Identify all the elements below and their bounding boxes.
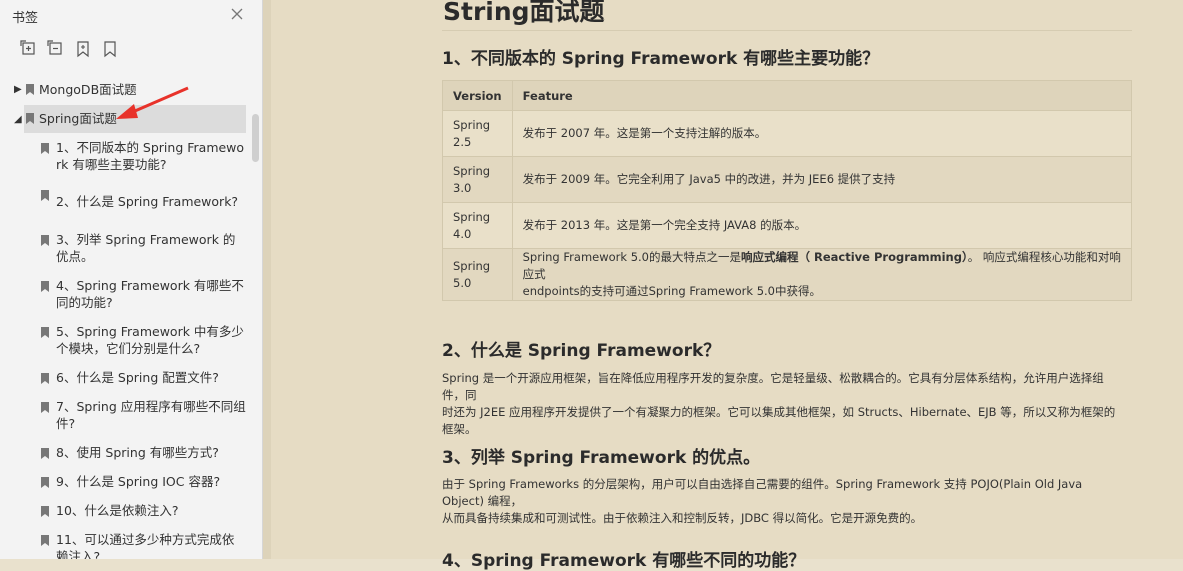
bookmark-label-line1: 7、Spring 应用程序有哪些不同组 [56, 399, 246, 414]
bookmark-icon [41, 402, 49, 413]
page-edge [263, 0, 271, 559]
bookmark-icon [41, 143, 49, 154]
table-header-feature: Feature [511, 80, 1133, 111]
table-row: Spring 5.0 Spring Framework 5.0的最大特点之一是响应… [442, 248, 1133, 301]
bookmark-icon [41, 281, 49, 292]
version-cell: Spring 4.0 [442, 202, 513, 249]
sidebar-scrollbar[interactable] [252, 114, 259, 162]
expand-all-icon[interactable] [20, 40, 38, 58]
add-bookmark-icon[interactable] [74, 40, 92, 58]
version-cell: Spring 2.5 [442, 110, 513, 157]
document-view: String面试题 1、不同版本的 Spring Framework 有哪些主要… [263, 0, 1183, 571]
bookmark-icon [41, 373, 49, 384]
bookmark-label-line1: 9、什么是 Spring IOC 容器? [56, 474, 221, 489]
bookmark-icon [26, 84, 34, 95]
feature-cell: 发布于 2009 年。它完全利用了 Java5 中的改进，并为 JEE6 提供了… [511, 156, 1133, 203]
feature-cell: 发布于 2007 年。这是第一个支持注解的版本。 [511, 110, 1133, 157]
bookmark-label-line1: 6、什么是 Spring 配置文件? [56, 370, 219, 385]
bookmark-icon [41, 235, 49, 246]
bookmark-sidebar: 书签 ▶ MongoDB面试题 ◢ Spring面试题 1、不同版本的 Spri… [0, 0, 263, 559]
title-divider [442, 30, 1132, 31]
bookmark-icon [41, 506, 49, 517]
close-icon[interactable] [229, 6, 245, 22]
page-title: String面试题 [443, 0, 605, 26]
section-2-title: 2、什么是 Spring Framework？ [442, 341, 721, 361]
table-row: Spring 4.0 发布于 2013 年。这是第一个完全支持 JAVA8 的版本… [442, 202, 1133, 249]
bookmark-icon[interactable] [101, 40, 119, 58]
bookmark-label-line2: 赖注入? [56, 549, 101, 559]
sidebar-title: 书签 [12, 11, 39, 26]
bookmark-label-line1: 11、可以通过多少种方式完成依 [56, 532, 235, 547]
section-1-title: 1、不同版本的 Spring Framework 有哪些主要功能？ [442, 49, 880, 69]
table-row: Spring 2.5 发布于 2007 年。这是第一个支持注解的版本。 [442, 110, 1133, 157]
section-3-title: 3、列举 Spring Framework 的优点。 [442, 448, 761, 468]
bookmark-label-line1: 8、使用 Spring 有哪些方式? [56, 445, 219, 460]
section-3-paragraph: 由于 Spring Frameworks 的分层架构，用户可以自由选择自己需要的… [442, 477, 1083, 525]
bookmark-label-line2: 同的功能? [56, 295, 113, 310]
bookmark-label-line2: 件? [56, 416, 76, 431]
bookmark-icon [41, 535, 49, 546]
bookmark-icon [26, 113, 34, 124]
version-table: Version Feature Spring 2.5 发布于 2007 年。这是第… [442, 80, 1133, 301]
version-cell: Spring 3.0 [442, 156, 513, 203]
bookmark-label-line1: 10、什么是依赖注入? [56, 503, 179, 518]
table-header-version: Version [442, 80, 513, 111]
feature-cell: 发布于 2013 年。这是第一个完全支持 JAVA8 的版本。 [511, 202, 1133, 249]
bookmark-label-line1: 3、列举 Spring Framework 的 [56, 232, 236, 247]
bookmark-label-line1: 1、不同版本的 Spring Framewo [56, 140, 245, 155]
bookmark-label: Spring面试题 [39, 111, 117, 126]
table-row: Spring 3.0 发布于 2009 年。它完全利用了 Java5 中的改进，并… [442, 156, 1133, 203]
bookmark-label-line2: 优点。 [56, 249, 94, 264]
section-2-paragraph: Spring 是一个开源应用框架，旨在降低应用程序开发的复杂度。它是轻量级、松散… [442, 371, 1116, 436]
expand-arrow-icon[interactable]: ▶ [14, 81, 22, 98]
bookmark-label-line2: 个模块，它们分别是什么? [56, 341, 201, 356]
bookmark-icon [41, 448, 49, 459]
bookmark-label-line1: 2、什么是 Spring Framework? [56, 194, 239, 209]
bookmark-label-line2: rk 有哪些主要功能? [56, 157, 167, 172]
version-cell: Spring 5.0 [442, 248, 513, 301]
collapse-all-icon[interactable] [47, 40, 65, 58]
bookmark-label-line1: 5、Spring Framework 中有多少 [56, 324, 244, 339]
collapse-arrow-icon[interactable]: ◢ [14, 111, 22, 128]
bookmark-label-line1: 4、Spring Framework 有哪些不 [56, 278, 244, 293]
annotation-arrow-icon [116, 86, 189, 119]
feature-cell: Spring Framework 5.0的最大特点之一是响应式编程（ React… [511, 248, 1133, 301]
bookmark-icon [41, 190, 49, 201]
bookmark-icon [41, 327, 49, 338]
bookmark-icon [41, 477, 49, 488]
